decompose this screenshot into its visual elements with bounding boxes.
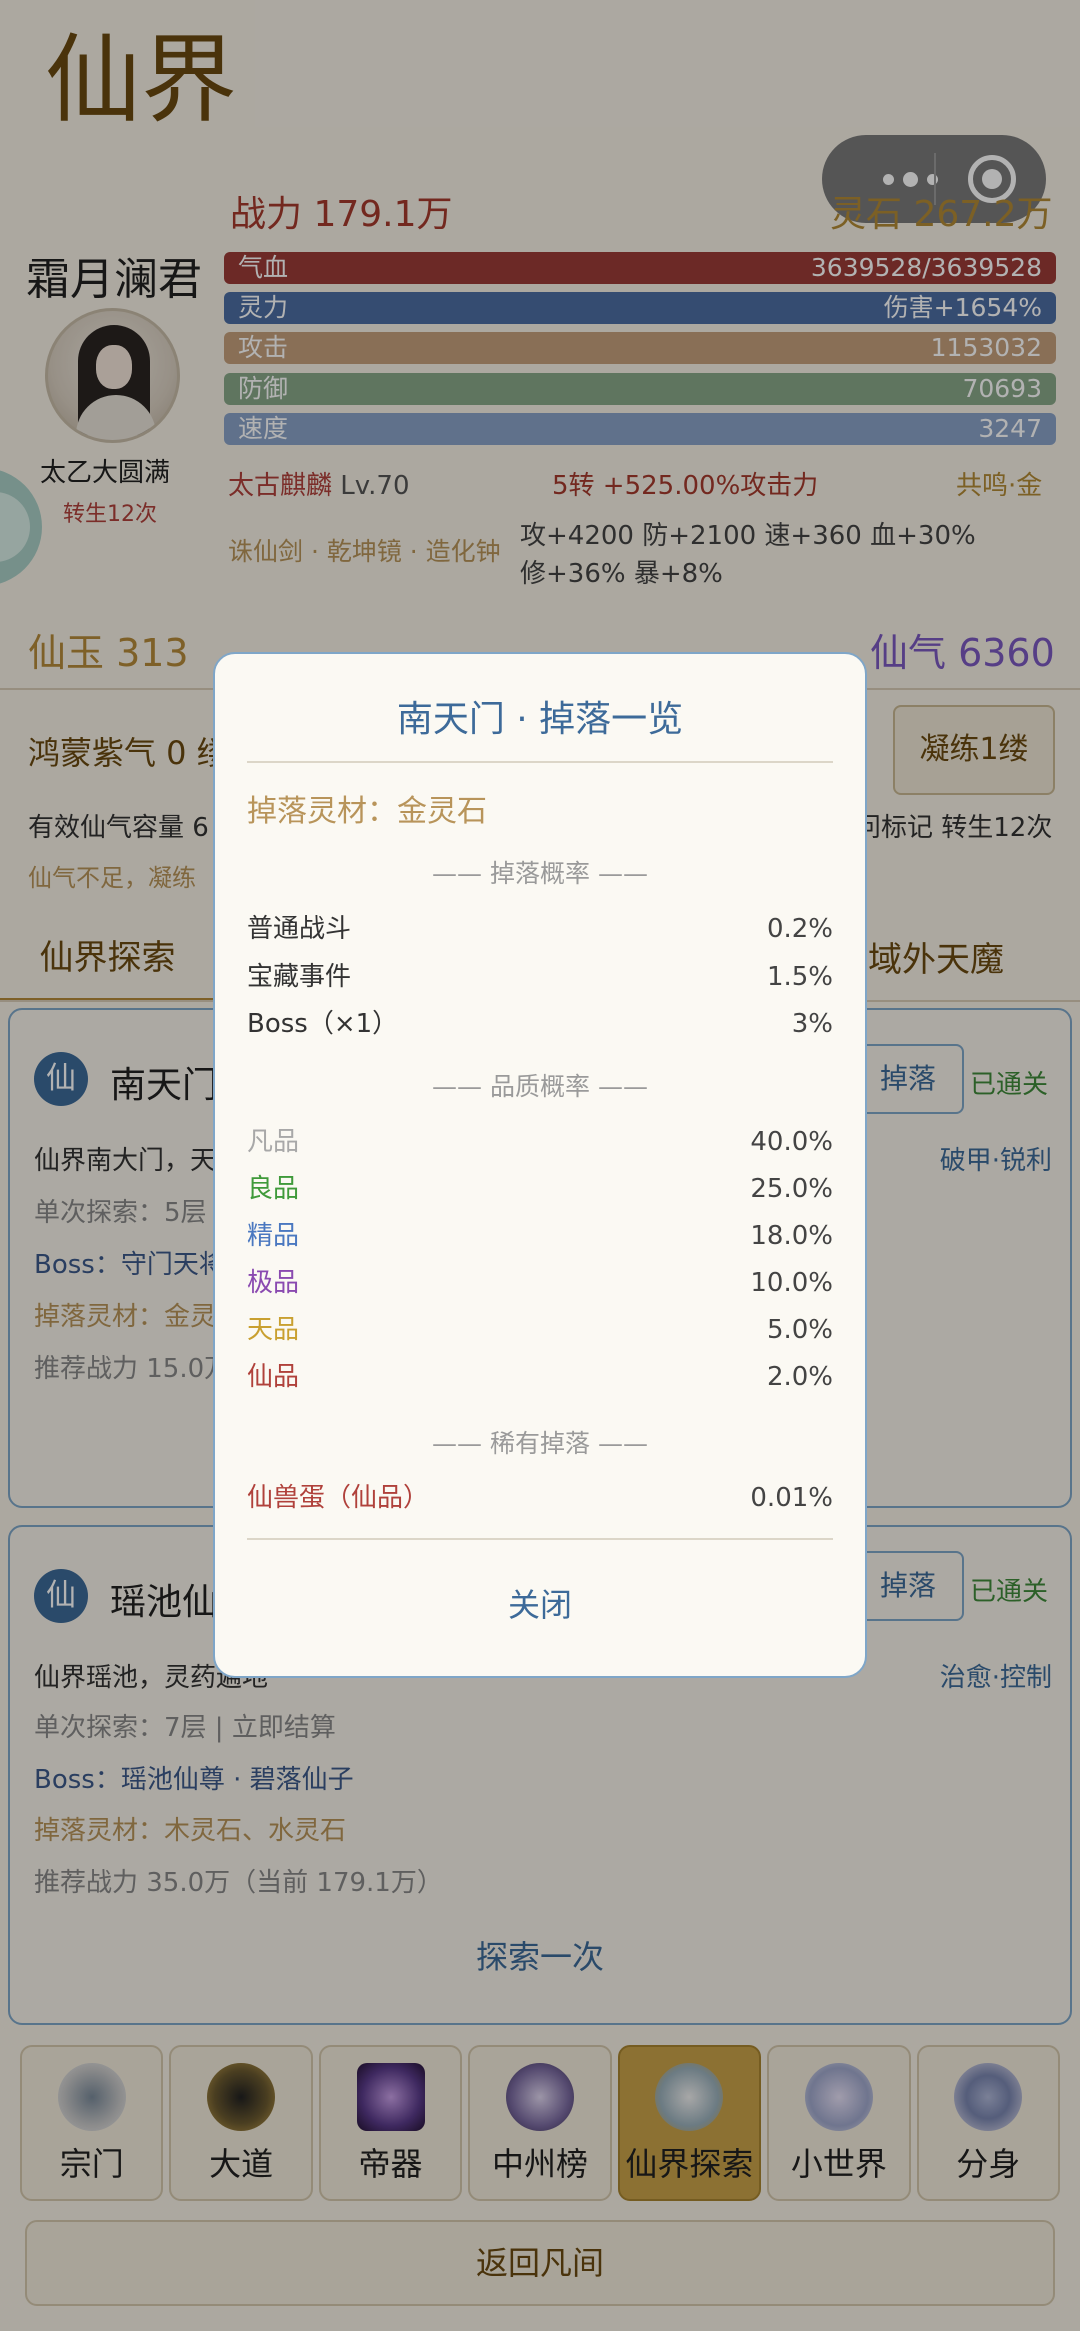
rate-label: Boss（×1）: [247, 1009, 399, 1039]
quality-value: 2.0%: [766, 1362, 833, 1392]
rare-value: 0.01%: [750, 1483, 833, 1513]
quality-label: 仙品: [247, 1362, 300, 1392]
quality-value: 10.0%: [750, 1268, 833, 1298]
quality-label: 精品: [247, 1221, 300, 1251]
rate-row: 普通战斗 0.2%: [247, 909, 833, 949]
quality-row: 良品 25.0%: [247, 1169, 833, 1209]
rate-label: 普通战斗: [247, 914, 352, 944]
close-button[interactable]: 关闭: [215, 1580, 865, 1626]
rate-value: 0.2%: [766, 914, 833, 944]
modal-divider: [247, 1538, 833, 1540]
modal-divider: [247, 761, 833, 763]
quality-label: 天品: [247, 1315, 300, 1345]
rate-value: 3%: [791, 1009, 833, 1039]
drop-list-modal: 南天门 · 掉落一览 掉落灵材：金灵石 —— 掉落概率 —— 普通战斗 0.2%…: [213, 652, 867, 1678]
modal-title: 南天门 · 掉落一览: [396, 699, 684, 740]
quality-value: 18.0%: [750, 1221, 833, 1251]
quality-row: 凡品 40.0%: [247, 1122, 833, 1162]
quality-row: 仙品 2.0%: [247, 1357, 833, 1397]
drop-material: 掉落灵材：金灵石: [247, 794, 487, 829]
rate-label: 宝藏事件: [247, 962, 352, 992]
quality-row: 极品 10.0%: [247, 1263, 833, 1303]
quality-row: 天品 5.0%: [247, 1310, 833, 1350]
section-rare-drop: —— 稀有掉落 ——: [432, 1429, 648, 1458]
section-drop-rate: —— 掉落概率 ——: [432, 859, 648, 888]
quality-label: 凡品: [247, 1127, 300, 1157]
quality-value: 5.0%: [766, 1315, 833, 1345]
quality-row: 精品 18.0%: [247, 1216, 833, 1256]
rare-row: 仙兽蛋（仙品） 0.01%: [247, 1478, 833, 1518]
section-quality-rate: —— 品质概率 ——: [432, 1072, 648, 1101]
rate-row: 宝藏事件 1.5%: [247, 957, 833, 997]
rare-label: 仙兽蛋（仙品）: [247, 1483, 430, 1513]
quality-label: 极品: [247, 1268, 300, 1298]
quality-value: 25.0%: [750, 1174, 833, 1204]
rate-row: Boss（×1） 3%: [247, 1004, 833, 1044]
rate-value: 1.5%: [766, 962, 833, 992]
quality-label: 良品: [247, 1174, 300, 1204]
quality-value: 40.0%: [750, 1127, 833, 1157]
